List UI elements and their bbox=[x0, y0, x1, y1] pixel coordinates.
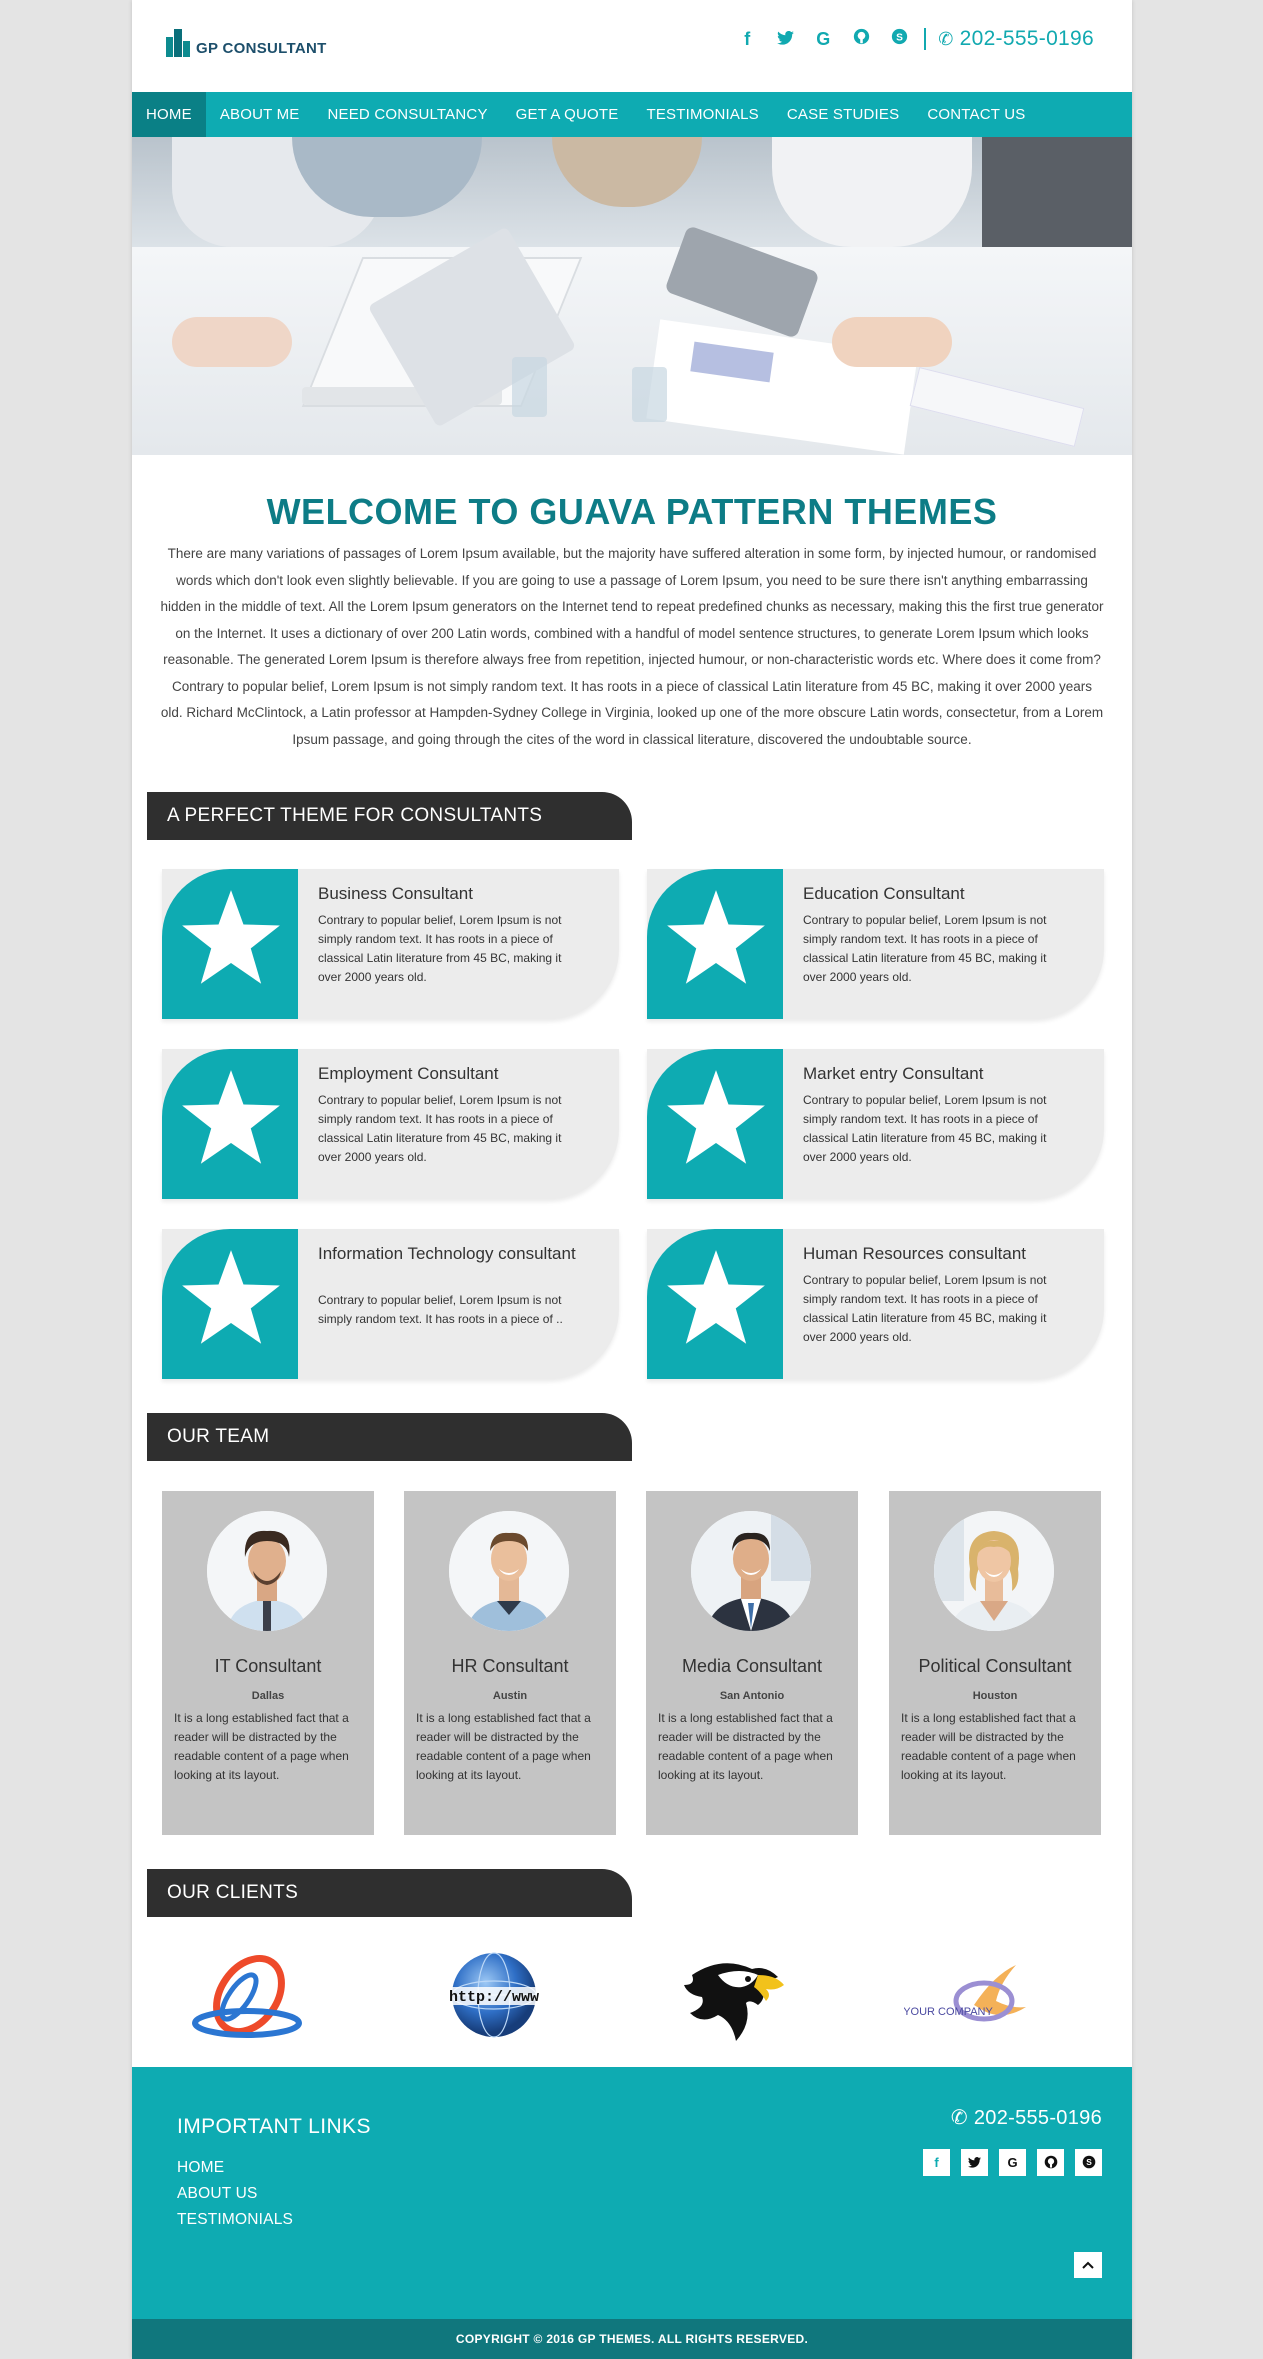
footer-link-testimonials[interactable]: TESTIMONIALS bbox=[177, 2211, 293, 2229]
star-icon bbox=[162, 869, 298, 1019]
footer: IMPORTANT LINKS HOME ABOUT US TESTIMONIA… bbox=[132, 2067, 1132, 2319]
team-role: HR Consultant bbox=[451, 1656, 569, 1676]
welcome-title: WELCOME TO GUAVA PATTERN THEMES bbox=[266, 491, 998, 532]
service-card[interactable]: Information Technology consultant Contra… bbox=[162, 1229, 619, 1379]
welcome-text: There are many variations of passages of… bbox=[160, 546, 1104, 747]
services-heading: A PERFECT THEME FOR CONSULTANTS bbox=[147, 792, 632, 840]
logo-text: GP CONSULTANT bbox=[196, 39, 327, 57]
header: GP CONSULTANT f G S ✆ 202-555-0196 bbox=[132, 0, 1132, 92]
page: GP CONSULTANT f G S ✆ 202-555-0196 HOME … bbox=[132, 0, 1132, 2359]
skype-icon[interactable]: S bbox=[880, 28, 918, 50]
globe-www-logo-icon[interactable]: http://www bbox=[419, 1945, 569, 2050]
clients-heading: OUR CLIENTS bbox=[147, 1869, 632, 1917]
team-role: Media Consultant bbox=[681, 1656, 823, 1676]
twitter-icon[interactable] bbox=[961, 2149, 988, 2176]
team-city: San Antonio bbox=[719, 1690, 785, 1702]
star-icon bbox=[647, 1049, 783, 1199]
team-city: Dallas bbox=[251, 1690, 285, 1702]
footer-phone-number: 202-555-0196 bbox=[973, 2107, 1102, 2129]
service-card[interactable]: Education Consultant Contrary to popular… bbox=[647, 869, 1104, 1019]
star-icon bbox=[162, 1049, 298, 1199]
team-role: IT Consultant bbox=[214, 1656, 322, 1676]
footer-link-about-us[interactable]: ABOUT US bbox=[177, 2185, 258, 2203]
github-icon[interactable] bbox=[842, 28, 880, 50]
service-desc: Contrary to popular belief, Lorem Ipsum … bbox=[318, 913, 562, 984]
service-card[interactable]: Human Resources consultant Contrary to p… bbox=[647, 1229, 1104, 1379]
globe-logo-text: http://www bbox=[449, 1989, 539, 2006]
nav-get-a-quote[interactable]: GET A QUOTE bbox=[502, 92, 633, 137]
nav-about-me[interactable]: ABOUT ME bbox=[206, 92, 314, 137]
avatar bbox=[934, 1511, 1054, 1631]
avatar bbox=[207, 1511, 327, 1631]
service-title: Employment Consultant bbox=[318, 1064, 499, 1083]
phone-icon: ✆ bbox=[950, 2107, 974, 2129]
star-icon bbox=[647, 869, 783, 1019]
service-title: Information Technology consultant bbox=[318, 1244, 576, 1263]
star-icon bbox=[162, 1229, 298, 1379]
team-role: Political Consultant bbox=[918, 1656, 1072, 1676]
service-title: Education Consultant bbox=[803, 884, 965, 903]
facebook-icon[interactable]: f bbox=[923, 2149, 950, 2176]
twitter-icon[interactable] bbox=[766, 29, 804, 50]
nav-home[interactable]: HOME bbox=[132, 92, 206, 137]
team-city: Austin bbox=[492, 1690, 528, 1702]
team-card[interactable]: Media Consultant San Antonio It is a lon… bbox=[646, 1491, 858, 1835]
your-company-logo-text: YOUR COMPANY bbox=[904, 2006, 993, 2018]
service-desc: Contrary to popular belief, Lorem Ipsum … bbox=[318, 1093, 562, 1164]
service-title: Market entry Consultant bbox=[803, 1064, 984, 1083]
service-desc: Contrary to popular belief, Lorem Ipsum … bbox=[318, 1293, 563, 1326]
nav-case-studies[interactable]: CASE STUDIES bbox=[773, 92, 913, 137]
service-card[interactable]: Market entry Consultant Contrary to popu… bbox=[647, 1049, 1104, 1199]
eagle-logo-icon[interactable] bbox=[662, 1945, 812, 2050]
team-desc: It is a long established fact that a rea… bbox=[901, 1711, 1076, 1782]
service-title: Business Consultant bbox=[318, 884, 473, 903]
swirl-logo-icon[interactable] bbox=[177, 1945, 327, 2050]
service-desc: Contrary to popular belief, Lorem Ipsum … bbox=[803, 1093, 1047, 1164]
team-desc: It is a long established fact that a rea… bbox=[174, 1711, 349, 1782]
copyright-bar: COPYRIGHT © 2016 GP THEMES. ALL RIGHTS R… bbox=[132, 2319, 1132, 2359]
phone-icon: ✆ bbox=[938, 28, 954, 49]
service-card[interactable]: Employment Consultant Contrary to popula… bbox=[162, 1049, 619, 1199]
logo[interactable]: GP CONSULTANT bbox=[166, 28, 327, 58]
header-phone[interactable]: ✆ 202-555-0196 bbox=[938, 27, 1094, 51]
service-title: Human Resources consultant bbox=[803, 1244, 1027, 1263]
footer-link-home[interactable]: HOME bbox=[177, 2159, 224, 2177]
google-icon[interactable]: G bbox=[804, 29, 842, 50]
footer-social: f G S bbox=[912, 2149, 1102, 2176]
team-card[interactable]: HR Consultant Austin It is a long establ… bbox=[404, 1491, 616, 1835]
avatar bbox=[691, 1511, 811, 1631]
chevron-up-icon[interactable] bbox=[1074, 2252, 1102, 2278]
main-nav: HOME ABOUT ME NEED CONSULTANCY GET A QUO… bbox=[132, 92, 1132, 137]
avatar bbox=[449, 1511, 569, 1631]
footer-phone[interactable]: ✆ 202-555-0196 bbox=[951, 2105, 1102, 2130]
header-phone-number: 202-555-0196 bbox=[959, 27, 1094, 50]
nav-need-consultancy[interactable]: NEED CONSULTANCY bbox=[313, 92, 501, 137]
star-icon bbox=[647, 1229, 783, 1379]
logo-buildings-icon bbox=[166, 29, 192, 57]
svg-text:S: S bbox=[896, 32, 903, 43]
team-card[interactable]: IT Consultant Dallas It is a long establ… bbox=[162, 1491, 374, 1835]
header-divider bbox=[924, 28, 927, 50]
hero-banner-image bbox=[132, 137, 1132, 455]
header-social: f G S ✆ 202-555-0196 bbox=[728, 27, 1094, 51]
github-icon[interactable] bbox=[1037, 2149, 1064, 2176]
your-company-logo-icon[interactable]: YOUR COMPANY bbox=[903, 1945, 1054, 2050]
skype-icon[interactable]: S bbox=[1075, 2149, 1102, 2176]
service-card[interactable]: Business Consultant Contrary to popular … bbox=[162, 869, 619, 1019]
team-card[interactable]: Political Consultant Houston It is a lon… bbox=[889, 1491, 1101, 1835]
nav-testimonials[interactable]: TESTIMONIALS bbox=[632, 92, 772, 137]
service-desc: Contrary to popular belief, Lorem Ipsum … bbox=[803, 1273, 1047, 1344]
facebook-icon[interactable]: f bbox=[728, 29, 766, 50]
team-desc: It is a long established fact that a rea… bbox=[658, 1711, 833, 1782]
nav-contact-us[interactable]: CONTACT US bbox=[913, 92, 1039, 137]
team-heading: OUR TEAM bbox=[147, 1413, 632, 1461]
service-desc: Contrary to popular belief, Lorem Ipsum … bbox=[803, 913, 1047, 984]
footer-title: IMPORTANT LINKS bbox=[177, 2115, 371, 2138]
team-desc: It is a long established fact that a rea… bbox=[416, 1711, 591, 1782]
google-icon[interactable]: G bbox=[999, 2149, 1026, 2176]
team-city: Houston bbox=[972, 1690, 1018, 1702]
svg-text:S: S bbox=[1086, 2157, 1092, 2167]
